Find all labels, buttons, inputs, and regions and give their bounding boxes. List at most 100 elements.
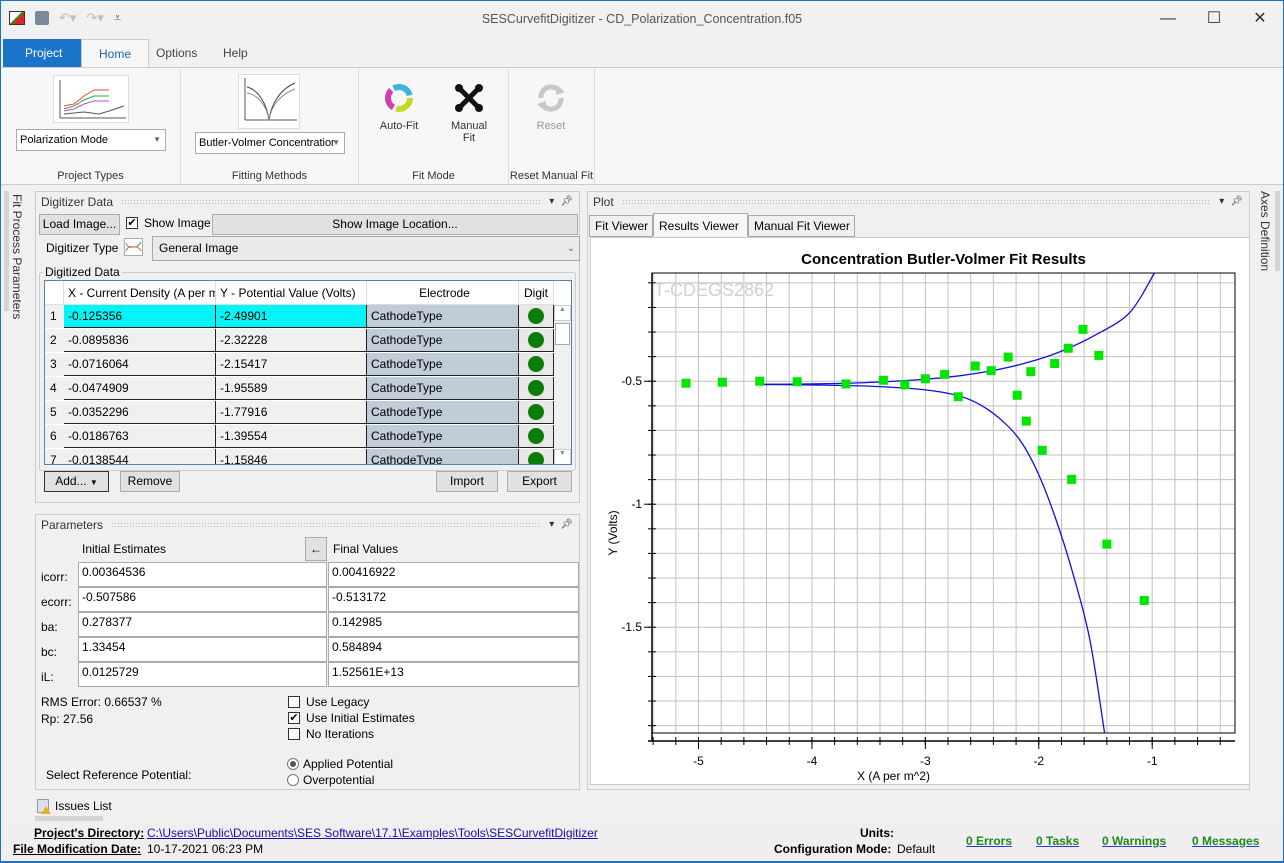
cell-electrode[interactable]: CathodeType xyxy=(367,401,519,424)
radio-applied-potential[interactable]: Applied Potential xyxy=(287,757,393,771)
data-point[interactable] xyxy=(1094,350,1104,360)
initial-estimate-input[interactable]: -0.507586 xyxy=(78,587,327,612)
dropdown-icon[interactable]: ▾ xyxy=(1219,192,1224,212)
data-point[interactable] xyxy=(1026,367,1036,377)
digit-status-icon[interactable] xyxy=(528,452,544,464)
final-value-field[interactable]: 0.584894 xyxy=(328,637,579,662)
digit-status-icon[interactable] xyxy=(528,428,544,444)
checkbox[interactable] xyxy=(288,696,300,708)
scroll-up-arrow[interactable]: ▲ xyxy=(554,305,571,321)
data-point[interactable] xyxy=(1012,390,1022,400)
cell-x[interactable]: -0.0474909 xyxy=(64,377,216,400)
copy-final-to-initial-button[interactable]: ← xyxy=(305,537,327,561)
data-point[interactable] xyxy=(841,379,851,389)
data-point[interactable] xyxy=(986,366,996,376)
data-point[interactable] xyxy=(717,377,727,387)
data-point[interactable] xyxy=(970,361,980,371)
fitting-method-thumbnail[interactable] xyxy=(238,74,300,129)
table-row[interactable]: 4 -0.0474909 -1.95589 CathodeType xyxy=(45,377,554,401)
cell-digit[interactable] xyxy=(519,329,554,352)
close-button[interactable]: ✕ xyxy=(1237,7,1283,31)
scroll-thumb[interactable] xyxy=(555,323,570,345)
checkbox[interactable]: ✔ xyxy=(288,712,300,724)
project-directory-link[interactable]: C:\Users\Public\Documents\SES Software\1… xyxy=(147,826,598,840)
issues-list-tab[interactable]: Issues List xyxy=(37,799,112,814)
cell-digit[interactable] xyxy=(519,425,554,448)
final-value-field[interactable]: 0.142985 xyxy=(328,612,579,637)
drag-handle[interactable] xyxy=(121,199,542,205)
messages-link[interactable]: 0 Messages xyxy=(1192,834,1259,848)
data-point[interactable] xyxy=(1067,474,1077,484)
cell-x[interactable]: -0.0716064 xyxy=(64,353,216,376)
side-tab-fit-process-parameters[interactable]: Fit Process Parameters xyxy=(10,194,24,319)
cell-y[interactable]: -1.77916 xyxy=(216,401,367,424)
manual-fit-button[interactable]: Manual Fit xyxy=(441,82,497,144)
tab-fit-viewer[interactable]: Fit Viewer xyxy=(589,215,653,237)
option-checkbox-no-iterations[interactable]: No Iterations xyxy=(288,727,374,741)
data-point[interactable] xyxy=(755,376,765,386)
data-point[interactable] xyxy=(1021,416,1031,426)
digit-status-icon[interactable] xyxy=(528,380,544,396)
cell-y[interactable]: -2.15417 xyxy=(216,353,367,376)
table-row[interactable]: 7 -0.0138544 -1.15846 CathodeType xyxy=(45,449,554,464)
warnings-link[interactable]: 0 Warnings xyxy=(1102,834,1166,848)
data-point[interactable] xyxy=(953,392,963,402)
digit-status-icon[interactable] xyxy=(528,332,544,348)
drag-handle[interactable] xyxy=(111,522,542,528)
pin-icon[interactable]: 📌︎ xyxy=(1230,192,1243,212)
initial-estimate-input[interactable]: 0.0125729 xyxy=(78,662,327,687)
row-number[interactable]: 4 xyxy=(45,377,64,400)
data-point[interactable] xyxy=(1037,445,1047,455)
data-point[interactable] xyxy=(1078,324,1088,334)
cell-y[interactable]: -1.95589 xyxy=(216,377,367,400)
cell-electrode[interactable]: CathodeType xyxy=(367,305,519,328)
show-image-checkbox[interactable]: ✔ Show Image xyxy=(126,216,211,230)
tab-manual-fit-viewer[interactable]: Manual Fit Viewer xyxy=(748,215,855,237)
cell-y[interactable]: -1.39554 xyxy=(216,425,367,448)
data-point[interactable] xyxy=(1003,352,1013,362)
cell-electrode[interactable]: CathodeType xyxy=(367,329,519,352)
checkbox[interactable]: ✔ xyxy=(126,217,138,229)
cell-y[interactable]: -1.15846 xyxy=(216,449,367,464)
table-row[interactable]: 6 -0.0186763 -1.39554 CathodeType xyxy=(45,425,554,449)
cell-x[interactable]: -0.0186763 xyxy=(64,425,216,448)
drag-handle[interactable] xyxy=(621,199,1212,205)
grid-scrollbar[interactable]: ▲ ▼ xyxy=(554,305,571,464)
table-row[interactable]: 1 -0.125356 -2.49901 CathodeType xyxy=(45,305,554,329)
cell-digit[interactable] xyxy=(519,377,554,400)
data-point[interactable] xyxy=(1139,595,1149,605)
data-point[interactable] xyxy=(940,369,950,379)
digit-status-icon[interactable] xyxy=(528,404,544,420)
radio-overpotential[interactable]: Overpotential xyxy=(287,773,374,787)
dropdown-icon[interactable]: ▾ xyxy=(549,192,554,212)
tab-project[interactable]: Project xyxy=(3,39,85,67)
column-header-x[interactable]: X - Current Density (A per m^2) xyxy=(64,281,216,304)
cell-digit[interactable] xyxy=(519,353,554,376)
side-tab-axes-definition[interactable]: Axes Definition xyxy=(1258,191,1272,271)
tab-results-viewer[interactable]: Results Viewer xyxy=(653,213,748,236)
remove-button[interactable]: Remove xyxy=(120,471,180,492)
table-row[interactable]: 5 -0.0352296 -1.77916 CathodeType xyxy=(45,401,554,425)
radio-button[interactable] xyxy=(287,774,299,786)
initial-estimate-input[interactable]: 0.00364536 xyxy=(78,562,327,587)
option-checkbox-use-legacy[interactable]: Use Legacy xyxy=(288,695,369,709)
cell-electrode[interactable]: CathodeType xyxy=(367,353,519,376)
cell-electrode[interactable]: CathodeType xyxy=(367,377,519,400)
pin-icon[interactable]: 📌︎ xyxy=(560,192,573,212)
final-value-field[interactable]: 0.00416922 xyxy=(328,562,579,587)
project-type-select[interactable]: Polarization Mode ▼ xyxy=(16,129,166,151)
scroll-down-arrow[interactable]: ▼ xyxy=(554,449,571,464)
pin-icon[interactable]: 📌︎ xyxy=(560,515,573,535)
cell-x[interactable]: -0.125356 xyxy=(64,305,216,328)
import-button[interactable]: Import xyxy=(436,471,498,492)
project-type-thumbnail[interactable] xyxy=(53,75,129,123)
initial-estimate-input[interactable]: 0.278377 xyxy=(78,612,327,637)
load-image-button[interactable]: Load Image... xyxy=(39,214,120,235)
tasks-link[interactable]: 0 Tasks xyxy=(1036,834,1079,848)
show-image-location-button[interactable]: Show Image Location... xyxy=(212,214,578,235)
reset-button[interactable]: Reset xyxy=(523,82,579,132)
data-point[interactable] xyxy=(1102,539,1112,549)
column-header-y[interactable]: Y - Potential Value (Volts) xyxy=(216,281,367,304)
data-point[interactable] xyxy=(681,378,691,388)
dropdown-icon[interactable]: ▾ xyxy=(549,515,554,535)
